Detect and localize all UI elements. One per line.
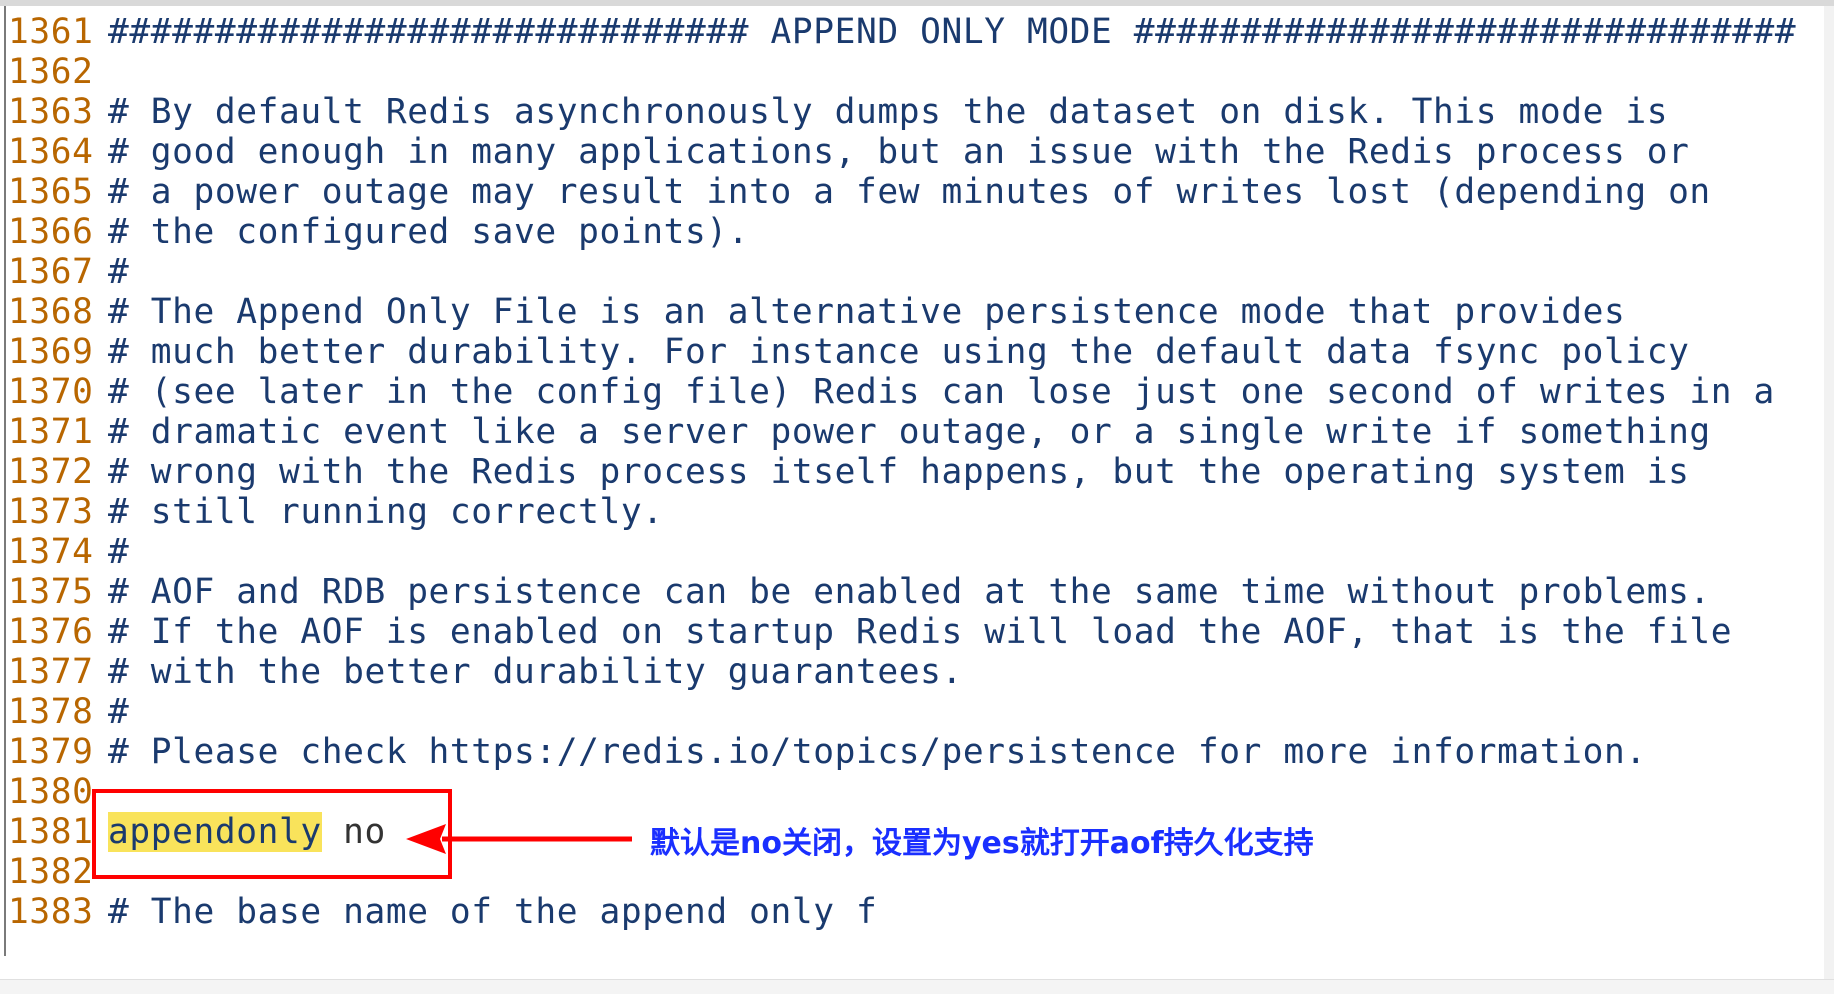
code-line: 1383 # The base name of the append only f [8, 892, 1796, 932]
code-line: 1370 # (see later in the config file) Red… [8, 372, 1796, 412]
line-number: 1365 [8, 172, 94, 212]
code-line: 1369 # much better durability. For instan… [8, 332, 1796, 372]
line-text: # still running correctly. [108, 492, 664, 532]
code-line: 1378 # [8, 692, 1796, 732]
line-text: # wrong with the Redis process itself ha… [108, 452, 1690, 492]
line-number: 1369 [8, 332, 94, 372]
line-text: # a power outage may result into a few m… [108, 172, 1711, 212]
line-number: 1377 [8, 652, 94, 692]
line-number: 1361 [8, 12, 94, 52]
line-number: 1367 [8, 252, 94, 292]
callout-box [92, 789, 452, 879]
line-text: # By default Redis asynchronously dumps … [108, 92, 1669, 132]
line-number: 1374 [8, 532, 94, 572]
line-number: 1364 [8, 132, 94, 172]
editor-bottom-edge [0, 979, 1834, 994]
line-number: 1363 [8, 92, 94, 132]
line-text: # The base name of the append only f [108, 892, 878, 932]
line-text: # [108, 692, 130, 732]
code-line: 1362 [8, 52, 1796, 92]
code-line: 1377 # with the better durability guarant… [8, 652, 1796, 692]
line-text: # AOF and RDB persistence can be enabled… [108, 572, 1711, 612]
code-line: 1379 # Please check https://redis.io/topi… [8, 732, 1796, 772]
code-line: 1374 # [8, 532, 1796, 572]
line-number: 1375 [8, 572, 94, 612]
code-line: 1368 # The Append Only File is an alterna… [8, 292, 1796, 332]
code-line: 1372 # wrong with the Redis process itsel… [8, 452, 1796, 492]
line-number: 1370 [8, 372, 94, 412]
editor-left-border [4, 6, 6, 956]
annotation-text: 默认是no关闭，设置为yes就打开aof持久化支持 [650, 826, 1314, 861]
line-text: # the configured save points). [108, 212, 750, 252]
line-number: 1379 [8, 732, 94, 772]
code-line: 1373 # still running correctly. [8, 492, 1796, 532]
line-text: # dramatic event like a server power out… [108, 412, 1711, 452]
line-number: 1368 [8, 292, 94, 332]
line-number: 1373 [8, 492, 94, 532]
line-text: # much better durability. For instance u… [108, 332, 1690, 372]
code-line: 1375 # AOF and RDB persistence can be ena… [8, 572, 1796, 612]
line-number: 1362 [8, 52, 94, 92]
line-number: 1383 [8, 892, 94, 932]
code-line: 1363 # By default Redis asynchronously du… [8, 92, 1796, 132]
code-line: 1371 # dramatic event like a server power… [8, 412, 1796, 452]
code-line: 1361 ############################## APPEN… [8, 12, 1796, 52]
text-editor[interactable]: 1361 ############################## APPEN… [0, 0, 1834, 994]
line-text: # If the AOF is enabled on startup Redis… [108, 612, 1733, 652]
callout-arrow-icon [406, 824, 632, 854]
line-text: # (see later in the config file) Redis c… [108, 372, 1775, 412]
line-text: ############################## APPEND ON… [108, 12, 1797, 52]
code-line: 1376 # If the AOF is enabled on startup R… [8, 612, 1796, 652]
line-text: # [108, 252, 130, 292]
line-number: 1371 [8, 412, 94, 452]
line-text: # with the better durability guarantees. [108, 652, 963, 692]
code-line: 1365 # a power outage may result into a f… [8, 172, 1796, 212]
code-line: 1367 # [8, 252, 1796, 292]
line-text: # [108, 532, 130, 572]
editor-right-edge [1824, 6, 1834, 994]
line-number: 1366 [8, 212, 94, 252]
line-text: # good enough in many applications, but … [108, 132, 1690, 172]
line-text: # Please check https://redis.io/topics/p… [108, 732, 1647, 772]
code-line: 1364 # good enough in many applications, … [8, 132, 1796, 172]
line-text: # The Append Only File is an alternative… [108, 292, 1626, 332]
line-number: 1378 [8, 692, 94, 732]
line-number: 1372 [8, 452, 94, 492]
line-number: 1376 [8, 612, 94, 652]
code-line: 1366 # the configured save points). [8, 212, 1796, 252]
